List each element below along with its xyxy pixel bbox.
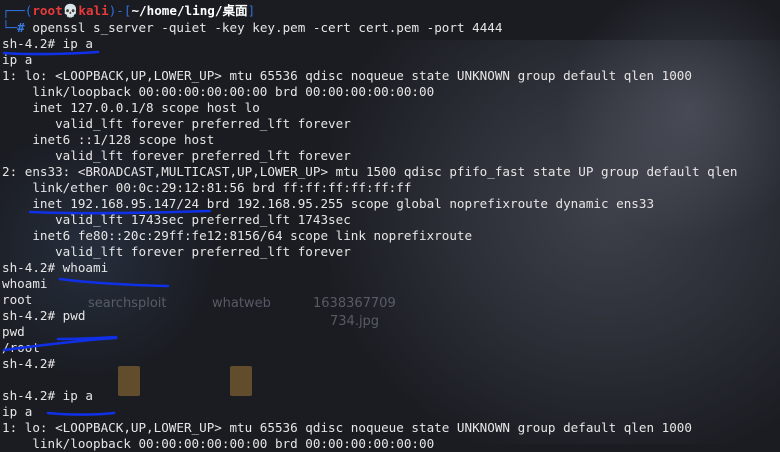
terminal-line: inet 192.168.95.147/24 brd 192.168.95.25… [2, 196, 655, 211]
terminal-line: link/loopback 00:00:00:00:00:00 brd 00:0… [2, 84, 435, 99]
prompt-header: ┌──(root💀kali)-[~/home/ling/桌面] [2, 3, 256, 18]
terminal-line: pwd [2, 324, 25, 339]
terminal-line: sh-4.2# ip a [2, 36, 93, 51]
terminal-line: valid_lft forever preferred_lft forever [2, 148, 351, 163]
terminal-line: 1: lo: <LOOPBACK,UP,LOWER_UP> mtu 65536 … [2, 68, 692, 83]
terminal-line: inet 127.0.0.1/8 scope host lo [2, 100, 260, 115]
terminal-line: sh-4.2# [2, 356, 56, 371]
skull-icon: 💀 [62, 3, 79, 18]
terminal-line: ip a [2, 52, 33, 67]
prompt-path: ~/home/ling/桌面 [131, 3, 248, 18]
terminal-line: sh-4.2# ip a [2, 388, 93, 403]
terminal-line: sh-4.2# whoami [2, 260, 109, 275]
terminal-line: openssl s_server -quiet -key key.pem -ce… [32, 20, 503, 35]
terminal-line: valid_lft forever preferred_lft forever [2, 244, 351, 259]
prompt-command-line: └─# openssl s_server -quiet -key key.pem… [2, 20, 503, 35]
prompt-user: root [32, 3, 63, 18]
terminal-line: inet6 fe80::20c:29ff:fe12:8156/64 scope … [2, 228, 473, 243]
terminal-line: 2: ens33: <BROADCAST,MULTICAST,UP,LOWER_… [2, 164, 738, 179]
terminal-line: link/ether 00:0c:29:12:81:56 brd ff:ff:f… [2, 180, 412, 195]
terminal-line: valid_lft forever preferred_lft forever [2, 116, 351, 131]
terminal-line: inet6 ::1/128 scope host [2, 132, 215, 147]
prompt-host: kali [78, 3, 109, 18]
terminal-line: ip a [2, 404, 33, 419]
terminal-line: root [2, 292, 33, 307]
terminal-line: whoami [2, 276, 48, 291]
terminal-line: link/loopback 00:00:00:00:00:00 brd 00:0… [2, 436, 435, 451]
terminal-line: /root [2, 340, 40, 355]
terminal-line: valid_lft 1743sec preferred_lft 1743sec [2, 212, 351, 227]
terminal-line: sh-4.2# pwd [2, 308, 86, 323]
terminal-line: 1: lo: <LOOPBACK,UP,LOWER_UP> mtu 65536 … [2, 420, 692, 435]
terminal-window[interactable]: ┌──(root💀kali)-[~/home/ling/桌面] └─# open… [0, 0, 780, 451]
